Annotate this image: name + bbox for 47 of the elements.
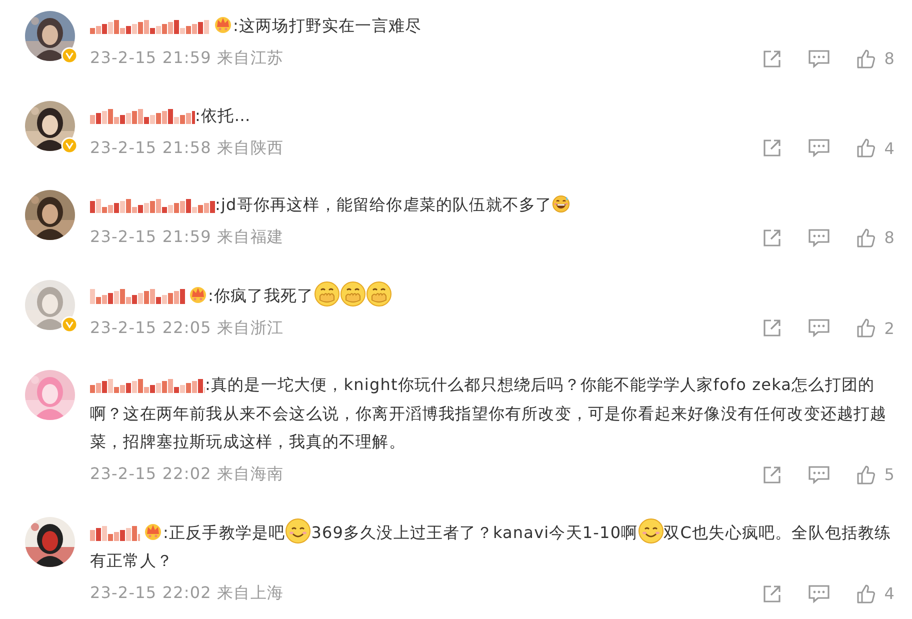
grinning-sweat-emoji-icon — [552, 195, 570, 213]
hand-over-mouth-emoji-icon — [366, 280, 392, 306]
like-count: 8 — [884, 228, 895, 247]
hand-over-mouth-emoji-icon — [314, 280, 340, 306]
comment-text: 啊？这在两年前我从来不会这么说，你离开滔博我指望你有所改变，可是你看起来好像没有任何改变还越打越 — [90, 404, 887, 422]
comment-time: 23-2-15 22:05 来自浙江 — [90, 318, 284, 338]
thumbs-up-icon[interactable] — [856, 228, 876, 248]
thumbs-up-icon[interactable] — [856, 48, 876, 68]
share-icon[interactable] — [762, 228, 782, 248]
share-icon[interactable] — [762, 48, 782, 68]
comment-text: 菜，招牌塞拉斯玩成这样，我真的不理解。 — [90, 432, 406, 451]
hand-over-mouth-emoji-icon — [340, 280, 366, 306]
comment-text: :这两场打野实在一言难尽 — [233, 16, 422, 35]
comment-text: 有正常人？ — [90, 551, 173, 570]
smiling-emoji-icon — [638, 518, 664, 544]
like-count: 5 — [884, 465, 895, 484]
comment-text: :依托… — [195, 106, 251, 124]
comment-text: :真的是一坨大便，knight你玩什么都只想绕后吗？你能不能学学人家fofo zeka怎么打团的 — [205, 375, 875, 394]
comment-time: 23-2-15 21:59 来自江苏 — [90, 48, 284, 69]
thumbs-up-icon[interactable] — [856, 318, 876, 338]
comment-icon[interactable] — [808, 318, 830, 338]
comment-icon[interactable] — [808, 228, 830, 248]
like-count: 4 — [884, 584, 895, 603]
thumbs-up-icon[interactable] — [856, 584, 876, 604]
comment-text: :你疯了我死了 — [208, 286, 314, 304]
comment-icon[interactable] — [808, 48, 830, 68]
thumbs-up-icon[interactable] — [856, 138, 876, 158]
comment-text: :jd哥你再这样，能留给你虐菜的队伍就不多了 — [215, 195, 552, 214]
comment-icon[interactable] — [808, 464, 830, 484]
comment-time: 23-2-15 21:58 来自陕西 — [90, 138, 284, 158]
comment-icon[interactable] — [808, 584, 830, 604]
comment-text: 369多久没上过王者了？kanavi今天1-10啊 — [311, 522, 638, 542]
like-count: 2 — [884, 318, 895, 338]
comment-time: 23-2-15 21:59 来自福建 — [90, 227, 284, 248]
share-icon[interactable] — [762, 584, 782, 604]
comment-text: :正反手教学是吧 — [163, 522, 286, 542]
share-icon[interactable] — [762, 318, 782, 338]
comment-icon[interactable] — [808, 138, 830, 158]
share-icon[interactable] — [762, 138, 782, 158]
like-count: 8 — [884, 49, 895, 68]
like-count: 4 — [884, 138, 895, 158]
comment-time: 23-2-15 22:02 来自海南 — [90, 464, 284, 485]
comment-time: 23-2-15 22:02 来自上海 — [90, 583, 284, 604]
smiling-emoji-icon — [285, 518, 312, 544]
share-icon[interactable] — [762, 464, 782, 484]
thumbs-up-icon[interactable] — [856, 464, 876, 484]
comment-text: 双C也失心疯吧。全队包括教练 — [664, 522, 892, 542]
